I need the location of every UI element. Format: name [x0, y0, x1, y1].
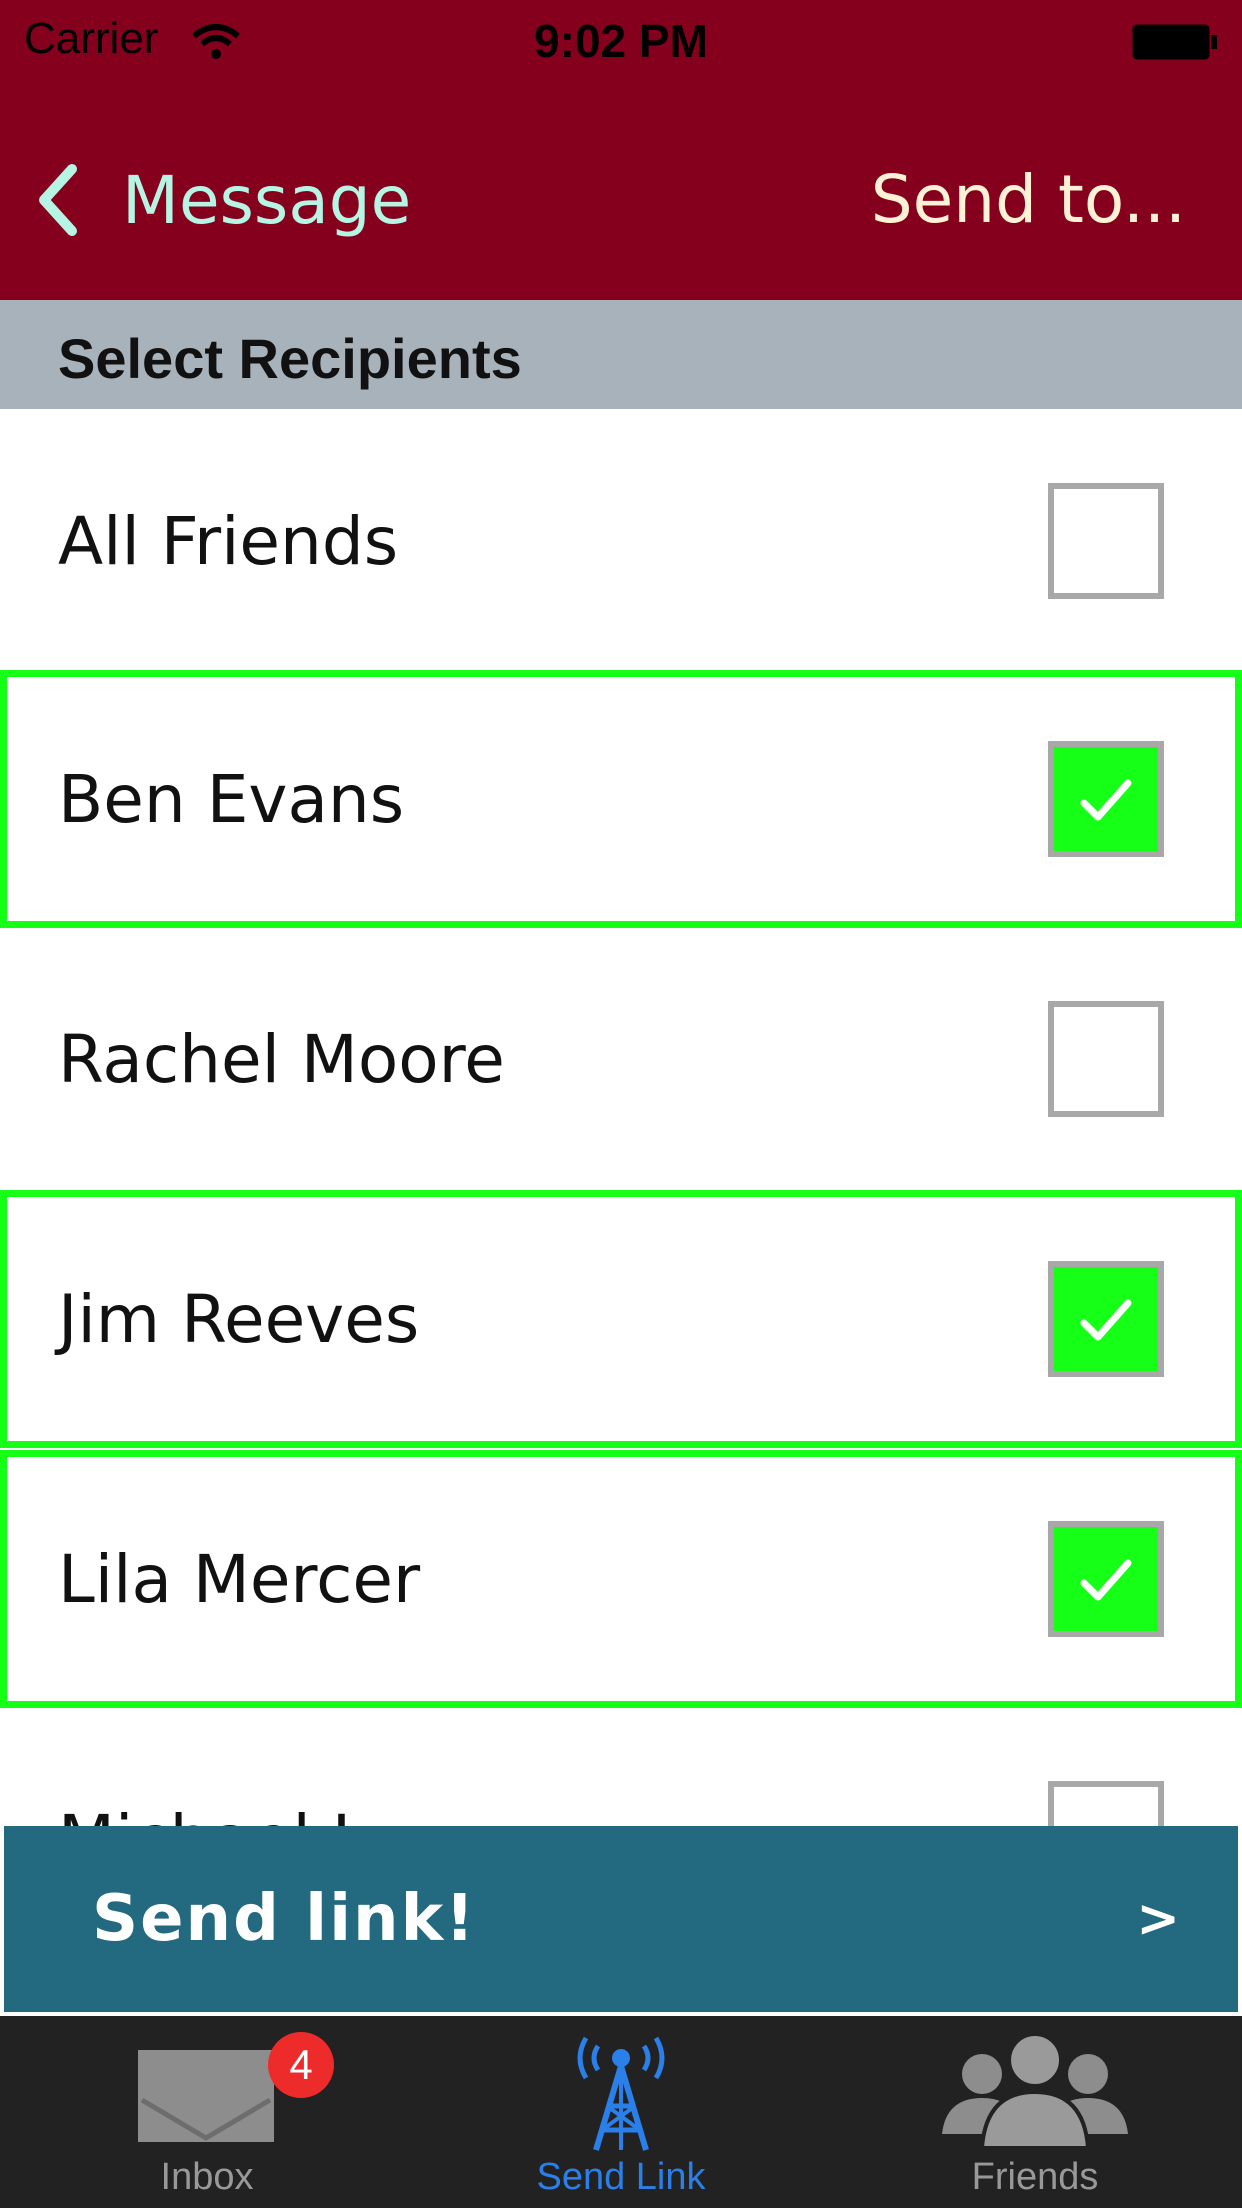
chevron-left-icon [39, 164, 77, 236]
recipient-name: Jim Reeves [58, 1280, 420, 1358]
tab-label: Inbox [160, 2156, 254, 2198]
tab-send-link[interactable]: Send Link [414, 2016, 828, 2208]
tab-label: Friends [971, 2156, 1099, 2198]
envelope-icon [138, 2050, 274, 2142]
recipient-name: All Friends [58, 502, 399, 580]
tab-friends[interactable]: Friends [828, 2016, 1242, 2208]
tab-inbox[interactable]: 4 Inbox [0, 2016, 414, 2208]
checkmark-icon [1080, 1559, 1132, 1601]
inbox-badge: 4 [268, 2032, 334, 2098]
back-button[interactable]: Message [36, 150, 411, 250]
send-link-label: Send link! [92, 1882, 477, 1956]
recipient-row-rachel-moore[interactable]: Rachel Moore [0, 930, 1242, 1188]
recipient-checkbox[interactable] [1048, 1521, 1164, 1637]
tab-label: Send Link [536, 2156, 706, 2198]
recipient-name: Ben Evans [58, 760, 405, 838]
recipient-row-lila-mercer[interactable]: Lila Mercer [0, 1450, 1242, 1708]
battery-icon [1132, 24, 1217, 60]
navigation-bar: Carrier 9:02 PM Message Send to... [0, 0, 1242, 300]
recipient-name: Lila Mercer [58, 1540, 421, 1618]
checkmark-icon [1080, 1299, 1132, 1341]
chevron-right-icon: > [1136, 1889, 1180, 1949]
people-icon [942, 2032, 1128, 2150]
checkmark-icon [1080, 779, 1132, 821]
recipient-checkbox[interactable] [1048, 1001, 1164, 1117]
back-label: Message [122, 161, 412, 239]
recipient-checkbox[interactable] [1048, 741, 1164, 857]
status-time: 9:02 PM [534, 15, 708, 67]
recipient-name: Rachel Moore [58, 1020, 505, 1098]
section-header-label: Select Recipients [58, 327, 522, 390]
recipient-checkbox[interactable] [1048, 483, 1164, 599]
recipient-row-all-friends[interactable]: All Friends [0, 412, 1242, 670]
page-title: Send to... [870, 161, 1186, 238]
section-header: Select Recipients [0, 300, 1242, 409]
recipient-row-jim-reeves[interactable]: Jim Reeves [0, 1190, 1242, 1448]
tab-bar: 4 Inbox Send Link Friends [0, 2016, 1242, 2208]
send-link-button[interactable]: Send link! > [4, 1826, 1238, 2012]
recipient-row-ben-evans[interactable]: Ben Evans [0, 670, 1242, 928]
antenna-tower-icon [577, 2036, 665, 2151]
status-bar: Carrier 9:02 PM [0, 0, 1242, 80]
recipient-checkbox[interactable] [1048, 1261, 1164, 1377]
